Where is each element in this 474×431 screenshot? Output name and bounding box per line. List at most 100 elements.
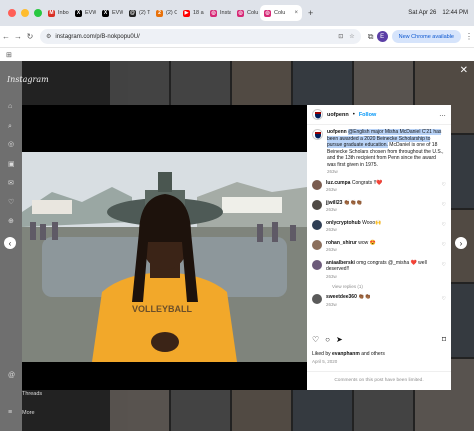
minimize-window-button[interactable]	[21, 9, 29, 17]
follow-button[interactable]: Follow	[359, 112, 376, 118]
comment-text: 👏🏾👏🏾👏🏾	[342, 199, 363, 206]
profile-avatar[interactable]: E	[376, 31, 388, 42]
share-icon[interactable]: ➤	[336, 335, 343, 344]
create-icon[interactable]: ⊕	[8, 218, 16, 226]
likes-prefix: Liked by	[312, 351, 333, 357]
comment-body: rohan_shirur wow 😍 263w	[326, 240, 436, 254]
comment-body: sweetdee360 👏🏾👏🏾 263w	[326, 294, 436, 308]
reload-icon[interactable]: ↻	[24, 32, 36, 41]
extensions-icon[interactable]: ⧉	[365, 32, 377, 42]
search-icon[interactable]: ⌕	[8, 123, 16, 131]
comment-icon[interactable]: ○	[325, 335, 330, 344]
browser-tab[interactable]: 2 (2) C	[152, 5, 177, 21]
close-tab-icon[interactable]: ×	[294, 10, 298, 16]
apps-grid-icon[interactable]: ⊞	[6, 51, 12, 59]
view-replies-link[interactable]: View replies (1)	[332, 284, 446, 289]
post-actions: ♡ ○ ➤ ⌑	[312, 335, 446, 344]
more-menu-icon[interactable]: ≡	[8, 409, 16, 417]
comment-rows: luz.cumpa Congrats !!❤️ 263w ♡ jjwill23 👏🏾👏…	[312, 179, 446, 309]
save-bookmark-icon[interactable]: ⌑	[442, 335, 446, 344]
tab-label: Colu	[247, 10, 258, 16]
commenter-avatar[interactable]	[312, 259, 322, 270]
browser-tab[interactable]: ◎ Colu ×	[260, 5, 302, 21]
browser-tab[interactable]: ◎ Insta	[206, 5, 231, 21]
post-photo[interactable]: VOLLEYBALL	[22, 152, 307, 362]
tab-list: M Inbo X EVW X EVW @ (2) T 2 (2) C ▶ 18 a ◎ Insta ◎ Col…	[44, 5, 408, 21]
site-info-icon[interactable]: ⚙	[46, 33, 51, 40]
like-heart-icon[interactable]: ♡	[312, 335, 319, 344]
caption-avatar[interactable]	[312, 129, 323, 140]
author-avatar[interactable]	[312, 109, 323, 120]
comment-like-heart-icon[interactable]: ♡	[442, 296, 446, 302]
threads-icon: @	[129, 9, 136, 17]
navigation-bar: ← → ↻ ⚙ instagram.com/p/B-nokpopu0U/ ⊡ ☆…	[0, 26, 474, 48]
address-bar[interactable]: ⚙ instagram.com/p/B-nokpopu0U/ ⊡ ☆	[40, 29, 361, 44]
commenter-username[interactable]: onlycryptohub	[326, 220, 361, 226]
separator-dot: •	[352, 111, 355, 118]
threads-icon[interactable]: @	[8, 372, 16, 380]
new-tab-icon[interactable]: +	[304, 8, 317, 18]
comment-like-heart-icon[interactable]: ♡	[442, 262, 446, 268]
more-label[interactable]: More	[22, 410, 35, 416]
threads-label[interactable]: Threads	[22, 391, 42, 397]
browser-menu-icon[interactable]: ⋮	[464, 32, 474, 41]
browser-tab[interactable]: X EVW	[98, 5, 123, 21]
commenter-avatar[interactable]	[312, 179, 322, 190]
commenter-username[interactable]: aniaalberski	[326, 260, 355, 266]
forward-icon[interactable]: →	[12, 32, 24, 41]
commenter-username[interactable]: jjwill23	[326, 200, 342, 206]
messages-icon[interactable]: ✉	[8, 180, 16, 188]
comment-row: luz.cumpa Congrats !!❤️ 263w ♡	[312, 179, 446, 194]
back-icon[interactable]: ←	[0, 32, 12, 41]
comment-time: 263w	[326, 273, 337, 279]
comment-like-heart-icon[interactable]: ♡	[442, 182, 446, 188]
browser-tab[interactable]: ▶ 18 a	[179, 5, 204, 21]
bookmark-star-icon[interactable]: ☆	[349, 33, 354, 40]
close-modal-icon[interactable]: ✕	[460, 65, 468, 76]
zoom-window-button[interactable]	[34, 9, 42, 17]
explore-icon[interactable]: ◎	[8, 141, 16, 149]
commenter-avatar[interactable]	[312, 239, 322, 250]
date-label: Sat Apr 26	[408, 10, 437, 16]
caption-username[interactable]: uofpenn	[327, 129, 347, 135]
tab-label: (2) C	[166, 10, 177, 16]
browser-tab[interactable]: X EVW	[71, 5, 96, 21]
comment-like-heart-icon[interactable]: ♡	[442, 202, 446, 208]
comment-body: aniaalberski omg congrats @_misha ❤️ wel…	[326, 260, 436, 281]
comment-like-heart-icon[interactable]: ♡	[442, 222, 446, 228]
likes-username[interactable]: evanphanm	[332, 351, 360, 357]
comment-row: aniaalberski omg congrats @_misha ❤️ wel…	[312, 259, 446, 281]
commenter-username[interactable]: rohan_shirur	[326, 240, 357, 246]
commenter-avatar[interactable]	[312, 219, 322, 230]
notifications-icon[interactable]: ♡	[8, 199, 16, 207]
instagram-page: Instagram ⌂ ⌕ ◎ ▣ ✉ ♡ ⊕ @ Threads ≡ More…	[0, 61, 474, 431]
browser-tab[interactable]: ◎ Colu	[233, 5, 258, 21]
comments-list[interactable]: uofpenn @English major Misha McDaniel C'…	[307, 126, 451, 331]
post-caption: uofpenn @English major Misha McDaniel C'…	[312, 129, 446, 176]
tab-label: EVW	[112, 10, 123, 16]
more-options-icon[interactable]: …	[439, 111, 446, 118]
comment-row: onlycryptohub Wooo🙌 263w ♡	[312, 219, 446, 234]
home-icon[interactable]: ⌂	[8, 103, 16, 111]
comments-limited-notice: Comments on this post have been limited.	[307, 371, 451, 383]
comment-like-heart-icon[interactable]: ♡	[442, 242, 446, 248]
update-chrome-button[interactable]: New Chrome available	[391, 30, 461, 43]
commenter-avatar[interactable]	[312, 294, 322, 304]
browser-tab[interactable]: @ (2) T	[125, 5, 150, 21]
browser-tab[interactable]: M Inbo	[44, 5, 69, 21]
address-url[interactable]: instagram.com/p/B-nokpopu0U/	[55, 34, 338, 40]
likes-suffix: and others	[359, 351, 385, 357]
install-icon[interactable]: ⊡	[338, 33, 343, 40]
author-username[interactable]: uofpenn	[327, 112, 349, 118]
time-label: 12:44 PM	[442, 10, 468, 16]
close-window-button[interactable]	[8, 9, 16, 17]
next-post-button[interactable]: ›	[455, 237, 467, 249]
instagram-logo[interactable]: Instagram	[7, 75, 49, 84]
previous-post-button[interactable]: ‹	[4, 237, 16, 249]
commenter-avatar[interactable]	[312, 199, 322, 210]
reels-icon[interactable]: ▣	[8, 161, 16, 169]
commenter-username[interactable]: sweetdee360	[326, 294, 357, 300]
commenter-username[interactable]: luz.cumpa	[326, 180, 350, 186]
x-icon: X	[75, 9, 82, 17]
system-status: Sat Apr 26 12:44 PM	[408, 10, 474, 16]
